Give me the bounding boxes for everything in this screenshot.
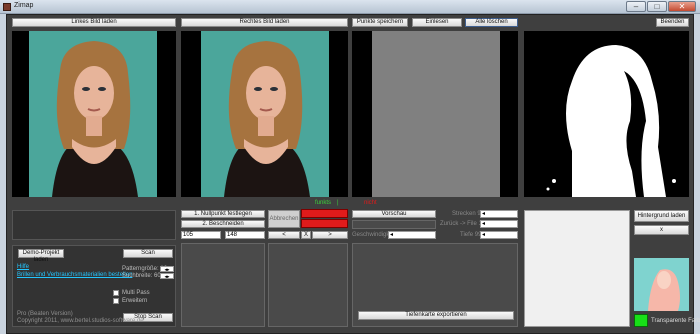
clear-background-button[interactable]: x	[634, 225, 689, 235]
search-width-label: Suchbreite: 60	[122, 273, 161, 279]
load-right-image-button[interactable]: Rechtes Bild laden	[181, 18, 348, 27]
nav-left-button[interactable]: <	[268, 231, 300, 239]
background-thumbnail-image	[648, 269, 680, 311]
strength-slider[interactable]: ◂	[480, 210, 518, 218]
left-portrait-image	[29, 31, 157, 197]
title-bar	[0, 0, 700, 14]
speed-slider[interactable]: ◂	[388, 231, 436, 239]
save-points-button[interactable]: Punkte speichern	[352, 18, 408, 27]
maximize-button[interactable]: □	[647, 1, 667, 12]
back-label: Zurück -> File 1	[440, 221, 482, 227]
load-demo-project-button[interactable]: Demo-Projekt laden	[18, 249, 64, 263]
quit-button[interactable]: Beenden	[656, 18, 689, 27]
left-image-panel[interactable]	[12, 31, 176, 197]
depth-slider[interactable]: ◂	[480, 231, 518, 239]
nav-x-button[interactable]: X	[301, 231, 311, 239]
multi-pass-checkbox[interactable]	[113, 290, 119, 296]
status-separator: |	[337, 200, 339, 206]
preview-box-left	[181, 243, 265, 327]
window-title: Zimap	[14, 2, 34, 9]
crop-button[interactable]: 2. Beschneiden	[181, 220, 265, 228]
load-background-button[interactable]: Hintergrund laden	[634, 210, 689, 222]
status-left: funkts	[315, 200, 332, 206]
preview-button[interactable]: Vorschau	[352, 210, 436, 218]
status-right: nicht	[364, 200, 377, 206]
right-image-panel[interactable]	[181, 31, 348, 197]
cancel-button[interactable]: Abbrechen	[268, 210, 300, 228]
depth-map-canvas	[372, 31, 500, 197]
pattern-size-spinner[interactable]: ◂▸	[160, 266, 174, 273]
back-slider[interactable]: ◂	[480, 220, 518, 228]
extend-checkbox[interactable]	[113, 298, 119, 304]
read-in-button[interactable]: Einlesen	[412, 18, 462, 27]
value-field-2[interactable]: 148	[225, 231, 265, 239]
info-panel	[12, 210, 176, 240]
shop-link[interactable]: Brillen und Verbrauchsmaterialien bestel…	[17, 272, 132, 278]
scan-button[interactable]: Scan	[123, 249, 173, 258]
red-indicator-bottom	[301, 219, 348, 228]
red-indicator-top	[301, 209, 348, 218]
load-left-image-button[interactable]: Linkes Bild laden	[12, 18, 176, 27]
app-icon	[3, 3, 11, 11]
background-thumbnail	[634, 258, 689, 311]
version-text: Pro (Beaten Version)	[17, 311, 73, 317]
preview-status-bar	[352, 220, 436, 229]
preview-box-right	[268, 243, 348, 327]
help-link[interactable]: Hilfe	[17, 264, 29, 270]
extend-label: Erweitern	[122, 298, 148, 304]
delete-all-button[interactable]: Alle löschen	[465, 18, 518, 27]
set-zero-point-button[interactable]: 1. Nullpunkt festlegen	[181, 210, 265, 218]
transparent-color-swatch[interactable]	[634, 314, 648, 327]
copyright-text: Copyright 2011, www.bertel.studios-softw…	[17, 318, 144, 324]
output-preview-box	[524, 210, 630, 327]
mask-panel[interactable]	[524, 31, 689, 197]
minimize-button[interactable]: –	[626, 1, 646, 12]
right-portrait-image	[201, 31, 329, 197]
value-field-1[interactable]: 105	[181, 231, 221, 239]
depth-label: Tiefe 99	[460, 232, 482, 238]
multi-pass-label: Multi Pass	[122, 290, 150, 296]
search-width-spinner[interactable]: ◂▸	[160, 273, 174, 280]
nav-right-button[interactable]: >	[312, 231, 348, 239]
transparent-color-label: Transparente Farbe	[651, 318, 700, 324]
depth-map-panel[interactable]	[352, 31, 518, 197]
export-depth-map-button[interactable]: Tiefenkarte exportieren	[358, 311, 514, 320]
close-window-button[interactable]: ✕	[668, 1, 696, 12]
mask-silhouette-image	[546, 45, 676, 197]
